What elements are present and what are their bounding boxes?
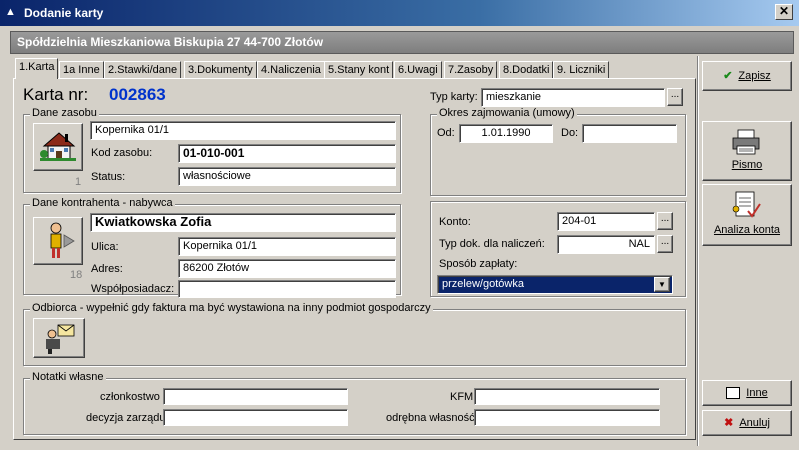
czlonkostwo-label: członkostwo — [100, 391, 160, 403]
typ-dok-browse-button[interactable]: ... — [657, 235, 673, 253]
analiza-konta-button[interactable]: Analiza konta — [702, 184, 792, 246]
printer-icon — [732, 129, 760, 155]
tab-zasoby[interactable]: 7.Zasoby — [444, 61, 498, 79]
tab-uwagi[interactable]: 6.Uwagi — [394, 61, 442, 79]
typ-dok-label: Typ dok. dla naliczeń: — [439, 238, 545, 250]
kontrahent-button[interactable] — [33, 217, 83, 265]
do-date-field[interactable] — [582, 124, 677, 143]
kfm-field[interactable] — [474, 388, 660, 405]
form-icon — [726, 387, 741, 400]
odrebna-label: odrębna własność — [386, 412, 475, 424]
mail-person-icon — [46, 324, 75, 354]
typ-dok-field[interactable]: NAL — [557, 235, 655, 254]
anuluj-button[interactable]: ✖ Anuluj — [702, 410, 792, 436]
group-notatki: Notatki własne członkostwo KFM decyzja z… — [23, 371, 686, 435]
karta-number: 002863 — [109, 85, 166, 104]
tab-stawki[interactable]: 2.Stawki/dane — [104, 61, 182, 79]
ledger-check-icon — [732, 191, 761, 218]
odrebna-field[interactable] — [474, 409, 660, 426]
group-dane-kontrahenta: Dane kontrahenta - nabywca 18 Kwiatkowsk… — [23, 197, 401, 298]
zasob-count: 1 — [75, 176, 82, 188]
group-odbiorca: Odbiorca - wypełnić gdy faktura ma być w… — [23, 302, 686, 366]
group-dane-zasobu: Dane zasobu 1 Kopernika 01/1 Kod zasobu:… — [23, 107, 401, 193]
tab-dokumenty[interactable]: 3.Dokumenty — [184, 61, 257, 79]
kfm-label: KFM — [450, 391, 474, 403]
konto-browse-button[interactable]: ... — [657, 212, 673, 230]
tab-naliczenia[interactable]: 4.Naliczenia — [257, 61, 325, 79]
kod-zasobu-label: Kod zasobu: — [91, 147, 153, 159]
check-icon: ✔ — [723, 70, 733, 82]
app-icon: ▲ — [5, 6, 16, 18]
close-button[interactable]: ✕ — [775, 4, 793, 20]
odbiorca-button[interactable] — [33, 318, 85, 358]
status-field[interactable]: własnościowe — [178, 167, 396, 186]
group-okres-zajmowania: Okres zajmowania (umowy) Od: 1.01.1990 D… — [430, 107, 686, 196]
dropdown-arrow-icon[interactable]: ▼ — [654, 277, 670, 292]
tab-karta[interactable]: 1.Karta — [15, 58, 59, 79]
tab-inne[interactable]: 1a Inne — [59, 61, 104, 79]
group-okres-title: Okres zajmowania (umowy) — [437, 107, 577, 119]
group-kontrahent-title: Dane kontrahenta - nabywca — [30, 197, 175, 209]
od-date-field[interactable]: 1.01.1990 — [459, 124, 553, 143]
group-notatki-title: Notatki własne — [30, 371, 106, 383]
group-odbiorca-title: Odbiorca - wypełnić gdy faktura ma być w… — [30, 302, 433, 314]
od-label: Od: — [437, 127, 455, 139]
house-button[interactable] — [33, 123, 83, 171]
group-dane-zasobu-title: Dane zasobu — [30, 107, 99, 119]
adres-field[interactable]: 86200 Złotów — [178, 259, 396, 278]
kontrahent-name-field[interactable]: Kwiatkowska Zofia — [90, 213, 396, 232]
right-panel-separator — [697, 56, 699, 446]
typ-karty-label: Typ karty: — [430, 91, 478, 103]
cancel-x-icon: ✖ — [724, 417, 734, 429]
group-konto: Konto: 204-01 ... Typ dok. dla naliczeń:… — [430, 201, 686, 297]
pismo-button[interactable]: Pismo — [702, 121, 792, 181]
do-label: Do: — [561, 127, 579, 139]
tab-dodatki[interactable]: 8.Dodatki — [499, 61, 554, 79]
kod-zasobu-field[interactable]: 01-010-001 — [178, 144, 396, 163]
decyzja-field[interactable] — [163, 409, 348, 426]
typ-karty-browse-button[interactable]: ... — [667, 88, 683, 106]
wspolposiadacz-field[interactable] — [178, 280, 396, 298]
ulica-label: Ulica: — [91, 241, 119, 253]
czlonkostwo-field[interactable] — [163, 388, 348, 405]
ulica-field[interactable]: Kopernika 01/1 — [178, 237, 396, 256]
tab-liczniki[interactable]: 9. Liczniki — [553, 61, 610, 79]
decyzja-label: decyzja zarządu — [86, 412, 166, 424]
typ-karty-field[interactable]: mieszkanie — [481, 88, 665, 107]
tab-panel-karta: Karta nr: 002863 Typ karty: mieszkanie .… — [13, 78, 696, 440]
house-icon — [40, 132, 76, 161]
karta-nr-label: Karta nr: — [23, 85, 89, 104]
wspolposiadacz-label: Współposiadacz: — [91, 283, 175, 295]
header-strip: Spółdzielnia Mieszkaniowa Biskupia 27 44… — [10, 31, 794, 54]
sposob-zaplaty-label: Sposób zapłaty: — [439, 258, 518, 270]
inne-button[interactable]: Inne — [702, 380, 792, 406]
title-bar[interactable]: ▲ Dodanie karty ✕ — [0, 0, 799, 26]
sposob-zaplaty-select[interactable]: przelew/gotówka ▼ — [437, 275, 673, 294]
sposob-zaplaty-value: przelew/gotówka — [442, 278, 524, 290]
person-icon — [50, 222, 75, 258]
kontrahent-count: 18 — [70, 269, 83, 281]
tab-stany-kont[interactable]: 5.Stany kont — [324, 61, 394, 79]
window-title: Dodanie karty — [24, 6, 104, 20]
konto-label: Konto: — [439, 216, 471, 228]
adres-label: Adres: — [91, 263, 123, 275]
zasob-address-field[interactable]: Kopernika 01/1 — [90, 121, 396, 140]
konto-field[interactable]: 204-01 — [557, 212, 655, 231]
zapisz-button[interactable]: ✔ Zapisz — [702, 61, 792, 91]
status-label: Status: — [91, 171, 126, 183]
